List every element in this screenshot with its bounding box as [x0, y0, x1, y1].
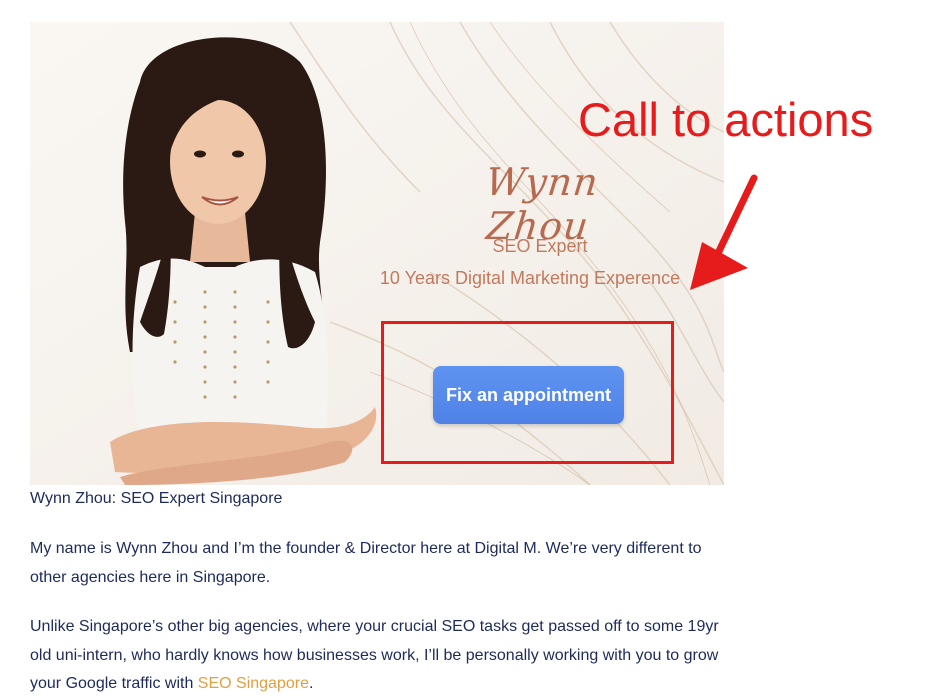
image-caption: Wynn Zhou: SEO Expert Singapore: [30, 490, 283, 507]
about-paragraph-text: Unlike Singapore’s other big agencies, w…: [30, 618, 719, 692]
annotation-highlight-box: [381, 321, 674, 464]
hero-role: SEO Expert: [492, 236, 588, 256]
intro-paragraph: My name is Wynn Zhou and I’m the founder…: [30, 540, 702, 586]
seo-singapore-link[interactable]: SEO Singapore: [198, 675, 309, 692]
hero-experience: 10 Years Digital Marketing Experence: [379, 268, 681, 288]
annotation-label: Call to actions: [578, 93, 874, 146]
page: Wynn Zhou SEO Expert 10 Years Digital Ma…: [0, 0, 939, 696]
about-paragraph: Unlike Singapore’s other big agencies, w…: [30, 613, 730, 696]
annotation-arrow-icon: [690, 174, 758, 290]
about-paragraph-end: .: [308, 675, 314, 692]
hero-name: Wynn Zhou: [483, 160, 601, 248]
